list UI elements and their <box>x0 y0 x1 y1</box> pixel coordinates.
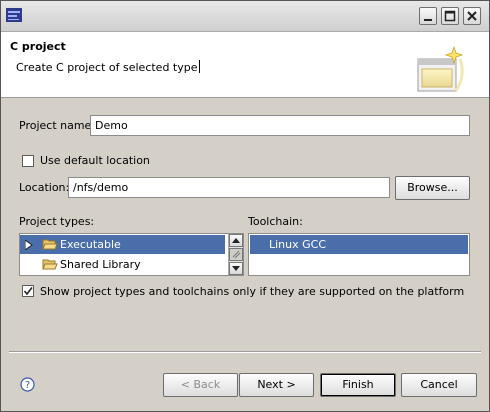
arrow-down-icon <box>232 266 240 271</box>
toolchain-list: Linux GCC <box>248 233 470 276</box>
list-item-linux-gcc[interactable]: Linux GCC <box>250 235 468 254</box>
project-types-scrollbar[interactable] <box>228 234 243 275</box>
help-icon[interactable]: ? <box>20 377 35 392</box>
folder-open-icon <box>42 239 58 250</box>
list-item-label: Linux GCC <box>269 238 327 251</box>
arrow-up-icon <box>232 238 240 243</box>
location-input[interactable]: /nfs/demo <box>68 177 390 198</box>
checkmark-icon <box>23 287 33 296</box>
project-types-list: Executable Shared Library <box>19 233 244 276</box>
close-icon <box>467 11 477 21</box>
toolchain-label: Toolchain: <box>248 215 303 228</box>
list-item-shared-library[interactable]: Shared Library <box>20 255 225 274</box>
new-project-wizard-icon <box>417 45 464 92</box>
use-default-location-checkbox[interactable] <box>22 155 34 167</box>
show-supported-only-checkbox[interactable] <box>22 285 34 297</box>
grip-icon <box>232 250 241 259</box>
new-c-project-dialog: C project Create C project of selected t… <box>0 0 490 412</box>
maximize-button[interactable] <box>441 7 459 25</box>
scroll-down-button[interactable] <box>229 262 243 275</box>
svg-text:?: ? <box>25 380 30 391</box>
location-label: Location: <box>19 181 70 194</box>
page-title: C project <box>10 40 66 53</box>
show-supported-only-label[interactable]: Show project types and toolchains only i… <box>40 285 464 298</box>
cancel-button[interactable]: Cancel <box>401 373 477 397</box>
list-item-executable[interactable]: Executable <box>20 235 225 254</box>
page-description: Create C project of selected type <box>16 60 200 74</box>
maximize-icon <box>444 10 456 22</box>
minimize-icon <box>424 19 432 21</box>
close-button[interactable] <box>463 7 481 25</box>
project-types-label: Project types: <box>19 215 95 228</box>
scroll-thumb[interactable] <box>229 248 243 261</box>
finish-button[interactable]: Finish <box>320 373 396 397</box>
minimize-button[interactable] <box>419 7 437 25</box>
project-name-input[interactable]: Demo <box>90 115 470 136</box>
wizard-header: C project Create C project of selected t… <box>1 32 489 98</box>
project-name-label: Project name: <box>19 119 96 132</box>
eclipse-window-icon <box>6 8 22 22</box>
browse-button[interactable]: Browse... <box>395 176 470 200</box>
expand-arrow-icon[interactable] <box>25 240 33 250</box>
scroll-up-button[interactable] <box>229 234 243 247</box>
use-default-location-label[interactable]: Use default location <box>40 154 150 167</box>
list-item-label: Executable <box>60 238 121 251</box>
folder-open-icon <box>42 259 58 270</box>
title-bar[interactable] <box>1 1 489 32</box>
separator <box>9 351 481 353</box>
back-button[interactable]: < Back <box>163 373 238 397</box>
next-button[interactable]: Next > <box>239 373 314 397</box>
list-item-label: Shared Library <box>60 258 141 271</box>
